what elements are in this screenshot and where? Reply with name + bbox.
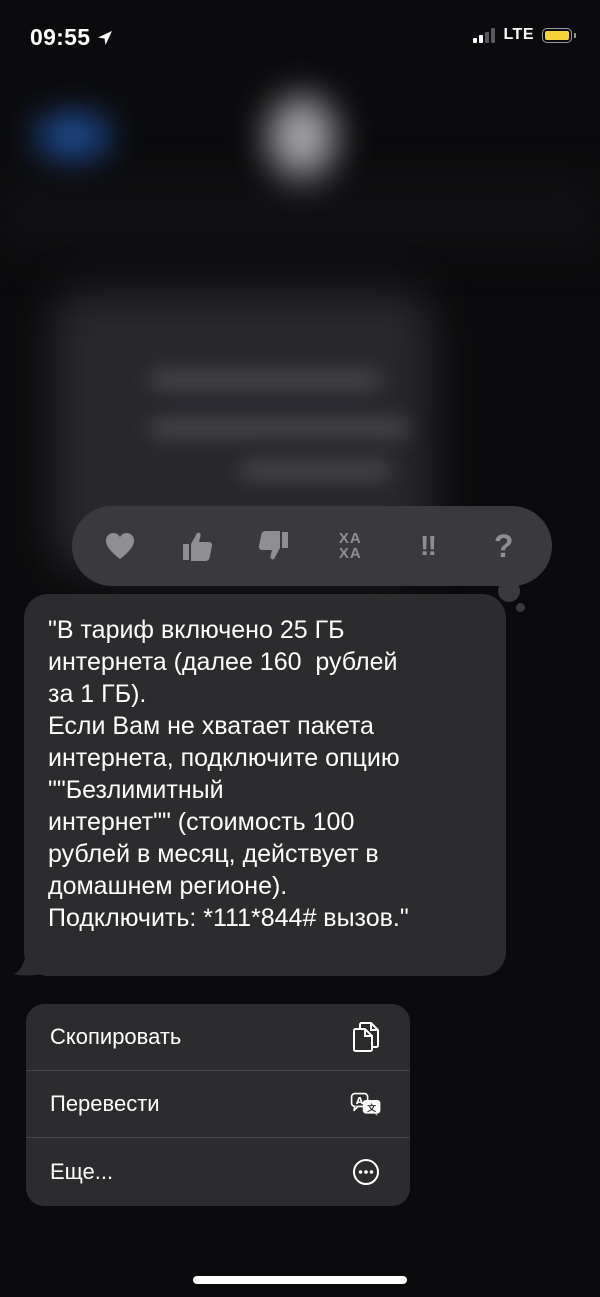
status-bar: 09:55 LTE [0,0,600,80]
more-icon [350,1156,382,1188]
menu-item-translate[interactable]: Перевести A 文 [26,1071,410,1138]
status-time: 09:55 [30,24,114,51]
haha-icon[interactable]: ХА ХА [326,522,374,570]
battery-icon [542,27,576,43]
translate-icon: A 文 [350,1088,382,1120]
question-icon[interactable]: ? [480,522,528,570]
blurred-back-button [38,118,108,154]
status-indicators: LTE [473,26,576,44]
battery-level [545,30,569,40]
blurred-line [150,420,410,436]
blurred-header [0,180,600,250]
network-type: LTE [503,26,534,43]
blurred-line [240,462,390,478]
thumbs-down-icon[interactable] [250,522,298,570]
reaction-bubble-tail-dot [516,603,525,612]
home-indicator[interactable] [193,1276,407,1284]
menu-item-copy[interactable]: Скопировать [26,1004,410,1071]
translate-icon-glyph-a: A [356,1096,364,1107]
heart-icon[interactable] [96,522,144,570]
reaction-bubble-tail [498,580,520,602]
reaction-bar: ХА ХА ‼ ? [72,506,552,586]
translate-icon-glyph-b: 文 [367,1102,376,1114]
context-menu: Скопировать Перевести A 文 Еще... [26,1004,410,1206]
thumbs-up-icon[interactable] [173,522,221,570]
cellular-signal-icon [473,27,496,43]
blurred-avatar [268,96,336,178]
menu-item-label: Скопировать [50,1024,182,1049]
menu-item-label: Еще... [50,1159,114,1184]
menu-item-label: Перевести [50,1091,160,1116]
message-bubble[interactable]: "В тариф включено 25 ГБ интернета (далее… [24,594,506,976]
menu-item-more[interactable]: Еще... [26,1138,410,1206]
message-text: "В тариф включено 25 ГБ интернета (далее… [48,616,409,932]
copy-icon [350,1021,382,1053]
location-arrow-icon [98,30,113,45]
exclamation-icon[interactable]: ‼ [403,522,451,570]
blurred-line [150,372,380,388]
